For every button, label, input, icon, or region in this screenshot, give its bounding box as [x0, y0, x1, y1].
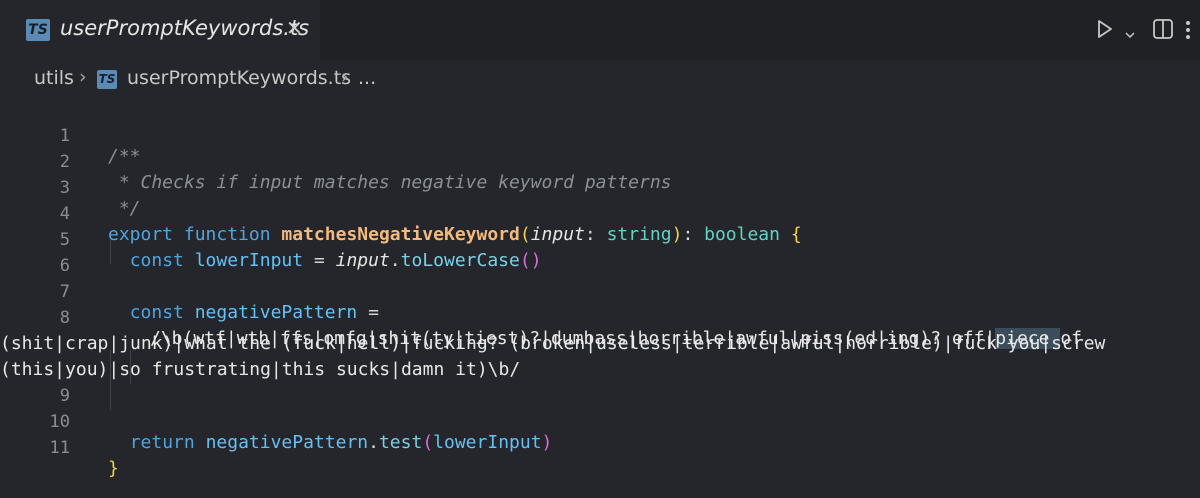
code-line: 2 * Checks if input matches negative key… [0, 128, 1200, 193]
split-editor-icon[interactable] [1152, 18, 1174, 44]
editor-tab[interactable]: TS userPromptKeywords.ts ✕ [0, 0, 320, 60]
breadcrumb-file[interactable]: userPromptKeywords.ts [127, 67, 351, 89]
chevron-right-icon: › [341, 66, 349, 88]
code-line: 1 /** [0, 102, 1200, 167]
line-number: 11 [49, 438, 70, 458]
chevron-down-icon[interactable] [1125, 24, 1135, 43]
code-line: 5 const lowerInput = input.toLowerCase() [0, 206, 1200, 271]
breadcrumb-folder[interactable]: utils [34, 67, 74, 89]
code-editor[interactable]: 1 /** 2 * Checks if input matches negati… [0, 100, 1200, 479]
typescript-file-icon: TS [26, 19, 50, 41]
code-line: 6 [0, 232, 1200, 276]
code-line: 10 return negativePattern.test(lowerInpu… [0, 388, 1200, 453]
more-icon[interactable] [1184, 20, 1192, 44]
code-line: 3 */ [0, 154, 1200, 219]
breadcrumb-more[interactable]: ... [358, 67, 376, 89]
close-tab-icon[interactable]: ✕ [286, 16, 303, 40]
code-line: 7 const negativePattern = [0, 258, 1200, 323]
typescript-file-icon: TS [97, 70, 117, 89]
tab-title: userPromptKeywords.ts [60, 16, 310, 40]
chevron-right-icon: › [79, 66, 87, 88]
play-icon[interactable] [1096, 18, 1114, 44]
code-line: 11 } [0, 414, 1200, 479]
code-line: 4 export function matchesNegativeKeyword… [0, 180, 1200, 245]
code-line-wrapped: (this|you)|so frustrating|this sucks|dam… [0, 336, 1200, 380]
closing-brace: } [108, 458, 119, 479]
code-line: 9 [0, 362, 1200, 406]
tab-bar: TS userPromptKeywords.ts ✕ [0, 0, 1200, 60]
breadcrumb: utils › TS userPromptKeywords.ts › ... [0, 60, 1200, 100]
code-line: 8 /\b(wtf|wth|ffs|omfg|shit(ty|tiest)?|d… [0, 284, 1200, 349]
code-line-wrapped: (shit|crap|junk)|what the (fuck|hell)|fu… [0, 310, 1200, 354]
